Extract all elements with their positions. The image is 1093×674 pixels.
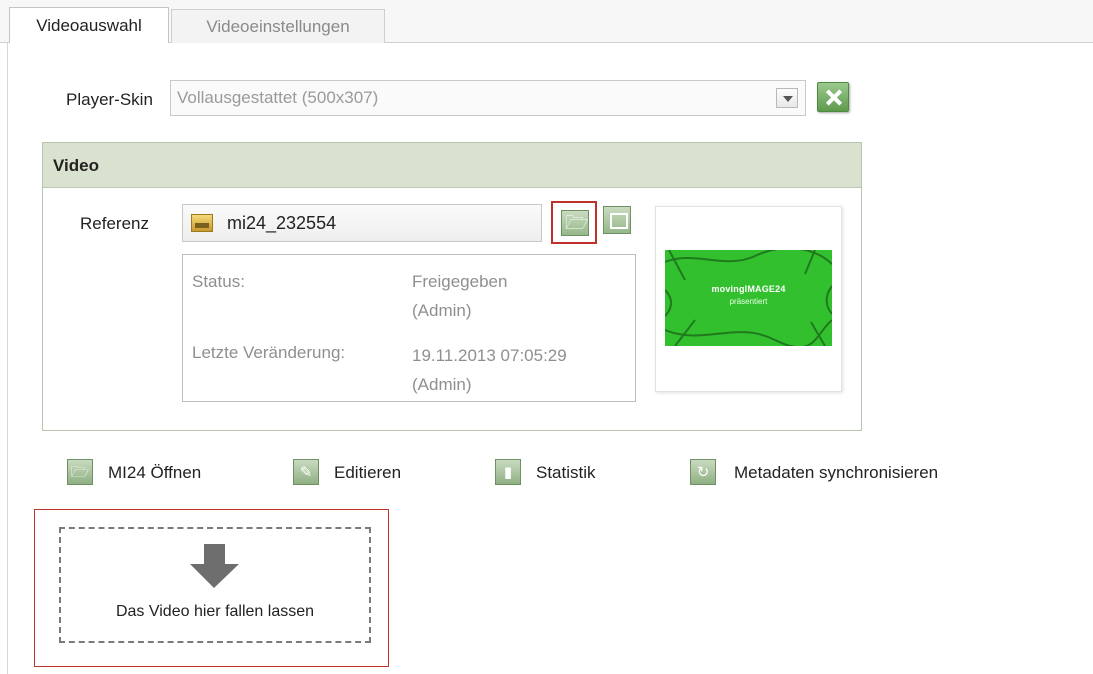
- status-key: Status:: [192, 272, 245, 291]
- last-changed-value: 19.11.2013 07:05:29: [412, 346, 567, 365]
- chevron-down-icon[interactable]: [776, 88, 798, 108]
- sync-metadata-label: Metadaten synchronisieren: [734, 463, 939, 482]
- dropzone-text: Das Video hier fallen lassen: [115, 603, 315, 620]
- preview-icon[interactable]: [603, 206, 631, 234]
- clear-skin-button[interactable]: [817, 82, 849, 112]
- edit-action[interactable]: ✎ Editieren: [293, 458, 433, 486]
- sync-icon: ↻: [690, 459, 716, 485]
- thumbnail-image: movingIMAGE24 präsentiert: [665, 250, 832, 346]
- arrow-down-icon: [190, 544, 239, 589]
- video-dropzone[interactable]: Das Video hier fallen lassen: [59, 527, 371, 643]
- bar-chart-icon: ▮: [495, 459, 521, 485]
- last-changed-key: Letzte Veränderung:: [192, 343, 346, 362]
- player-skin-label: Player-Skin: [66, 90, 153, 109]
- folder-open-icon: [561, 210, 589, 236]
- mi24-open-label: MI24 Öffnen: [108, 463, 202, 482]
- tab-videoeinstellungen[interactable]: Videoeinstellungen: [171, 9, 385, 43]
- status-value: Freigegeben: [412, 272, 508, 291]
- video-thumbnail[interactable]: movingIMAGE24 präsentiert: [655, 206, 842, 392]
- tab-videoauswahl[interactable]: Videoauswahl: [9, 7, 169, 44]
- statistics-label: Statistik: [536, 463, 596, 482]
- reference-value: mi24_232554: [227, 213, 337, 233]
- sync-metadata-action[interactable]: ↻ Metadaten synchronisieren: [690, 458, 990, 486]
- edit-icon: ✎: [293, 459, 319, 485]
- tab-bar: Videoauswahl Videoeinstellungen: [0, 0, 1093, 44]
- folder-open-icon: 🗁: [67, 459, 93, 485]
- last-changed-user: (Admin): [412, 375, 472, 394]
- last-changed-group: 19.11.2013 07:05:29 (Admin): [412, 341, 567, 399]
- status-user: (Admin): [412, 301, 472, 320]
- reference-field[interactable]: mi24_232554: [182, 204, 542, 242]
- thumbnail-brand: movingIMAGE24: [711, 284, 786, 294]
- player-skin-select[interactable]: Vollausgestattet (500x307): [170, 80, 806, 116]
- status-value-group: Freigegeben (Admin): [412, 267, 507, 325]
- player-skin-value: Vollausgestattet (500x307): [177, 88, 379, 107]
- edit-label: Editieren: [334, 463, 402, 482]
- thumbnail-subtitle: präsentiert: [729, 297, 768, 306]
- dropzone-highlight: Das Video hier fallen lassen: [34, 509, 389, 667]
- reference-label: Referenz: [80, 214, 149, 233]
- mi24-open-action[interactable]: 🗁 MI24 Öffnen: [67, 458, 237, 486]
- open-video-button[interactable]: [551, 201, 597, 244]
- video-info-box: Status: Freigegeben (Admin) Letzte Verän…: [182, 254, 636, 402]
- video-panel-title: Video: [43, 143, 861, 188]
- image-icon: [191, 214, 213, 232]
- statistics-action[interactable]: ▮ Statistik: [495, 458, 625, 486]
